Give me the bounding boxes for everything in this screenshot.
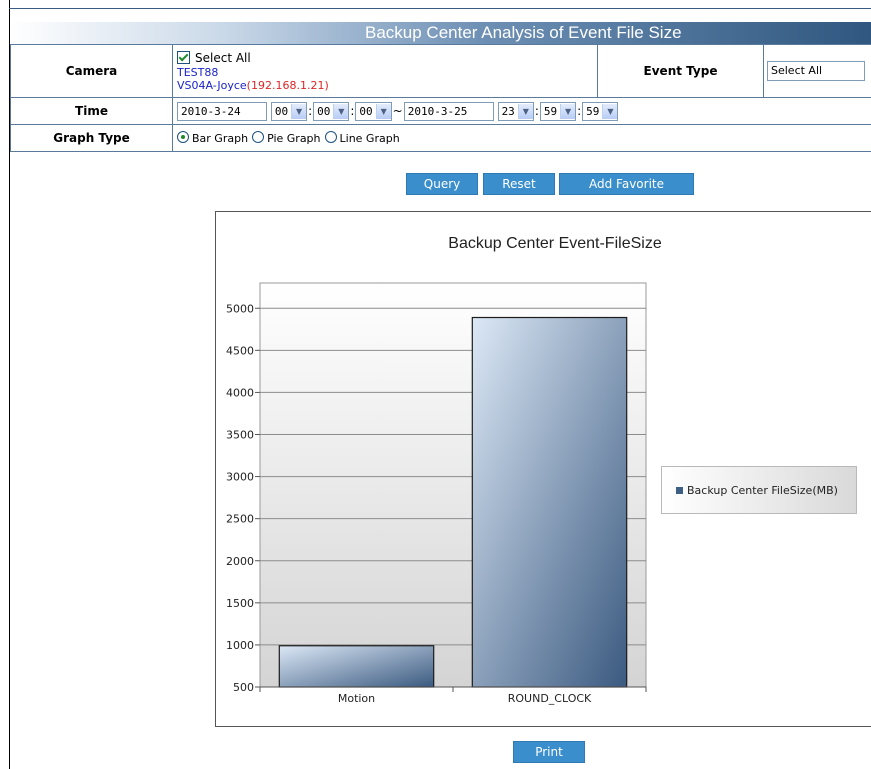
print-button[interactable]: Print xyxy=(513,741,585,763)
x-tick-label: Motion xyxy=(338,692,375,705)
y-tick-label: 5000 xyxy=(226,302,254,315)
end-second-select[interactable]: 59 ▼ xyxy=(582,101,619,121)
y-tick-label: 3000 xyxy=(226,471,254,484)
pie-graph-radio[interactable] xyxy=(252,131,265,143)
camera-selection-cell: Select All TEST88 VS04A-Joyce(192.168.1.… xyxy=(172,44,598,98)
time-range-separator: ~ xyxy=(392,103,403,118)
start-second-select[interactable]: 00 ▼ xyxy=(355,101,392,121)
bar-motion xyxy=(278,645,435,688)
graph-type-cell: Bar Graph Pie Graph Line Graph xyxy=(172,124,871,152)
end-hour-select[interactable]: 23 ▼ xyxy=(497,101,534,121)
chevron-down-icon: ▼ xyxy=(560,103,576,119)
y-tick-label: 1500 xyxy=(226,597,254,610)
add-favorite-button[interactable]: Add Favorite xyxy=(559,173,694,195)
y-tick-label: 3500 xyxy=(226,429,254,442)
y-tick-label: 4500 xyxy=(226,344,254,357)
reset-button[interactable]: Reset xyxy=(483,173,555,195)
y-tick-label: 1000 xyxy=(226,639,254,652)
line-graph-label[interactable]: Line Graph xyxy=(340,132,400,145)
time-range-cell: 2010-3-24 00 ▼:00 ▼:00 ▼ ~2010-3-25 23 ▼:59 ▼:… xyxy=(172,97,871,125)
line-graph-radio[interactable] xyxy=(324,131,337,143)
bar-round-clock xyxy=(471,316,628,688)
page-top-border xyxy=(9,8,871,9)
end-minute-select[interactable]: 59 ▼ xyxy=(539,101,577,121)
start-date-input[interactable]: 2010-3-24 xyxy=(177,101,267,121)
chevron-down-icon: ▼ xyxy=(375,103,391,119)
page-title: Backup Center Analysis of Event File Siz… xyxy=(365,23,682,42)
y-tick-label: 500 xyxy=(233,681,254,694)
chevron-down-icon: ▼ xyxy=(333,103,349,119)
camera-ip: (192.168.1.21) xyxy=(246,78,329,92)
y-tick-label: 2500 xyxy=(226,513,254,526)
y-tick-label: 4000 xyxy=(226,386,254,399)
bar-graph-label[interactable]: Bar Graph xyxy=(192,132,248,145)
camera-item-vs04a-joyce[interactable]: VS04A-Joyce xyxy=(177,79,247,92)
pie-graph-label[interactable]: Pie Graph xyxy=(267,132,320,145)
start-hour-select[interactable]: 00 ▼ xyxy=(270,101,308,121)
select-all-checkbox[interactable] xyxy=(177,50,190,64)
bar-chart: 500 1000 1500 2000 2500 3000 3500 4000 4500 5000 M… xyxy=(226,282,647,705)
chevron-down-icon: ▼ xyxy=(602,103,618,119)
chevron-down-icon: ▼ xyxy=(517,103,533,119)
end-date-input[interactable]: 2010-3-25 xyxy=(403,101,494,121)
chart-legend: Backup Center FileSize(MB) xyxy=(661,466,857,514)
x-tick-label: ROUND_CLOCK xyxy=(508,692,592,705)
camera-item-test88[interactable]: TEST88 xyxy=(177,66,593,79)
chart-title: Backup Center Event-FileSize xyxy=(448,235,662,252)
time-label: Time xyxy=(10,97,173,125)
query-button[interactable]: Query xyxy=(406,173,478,195)
y-tick-label: 2000 xyxy=(226,555,254,568)
camera-label: Camera xyxy=(10,44,173,98)
query-form: Camera Select All TEST88 VS04A-Joyce(192… xyxy=(10,44,871,152)
chevron-down-icon: ▼ xyxy=(291,103,307,119)
event-type-label: Event Type xyxy=(597,44,764,98)
start-minute-select[interactable]: 00 ▼ xyxy=(313,101,350,121)
legend-swatch xyxy=(676,486,683,494)
graph-type-label: Graph Type xyxy=(10,124,173,152)
bar-graph-radio[interactable] xyxy=(177,131,189,143)
legend-label: Backup Center FileSize(MB) xyxy=(687,483,838,497)
event-type-select[interactable]: Select All xyxy=(767,61,865,81)
select-all-label: Select All xyxy=(195,50,251,65)
